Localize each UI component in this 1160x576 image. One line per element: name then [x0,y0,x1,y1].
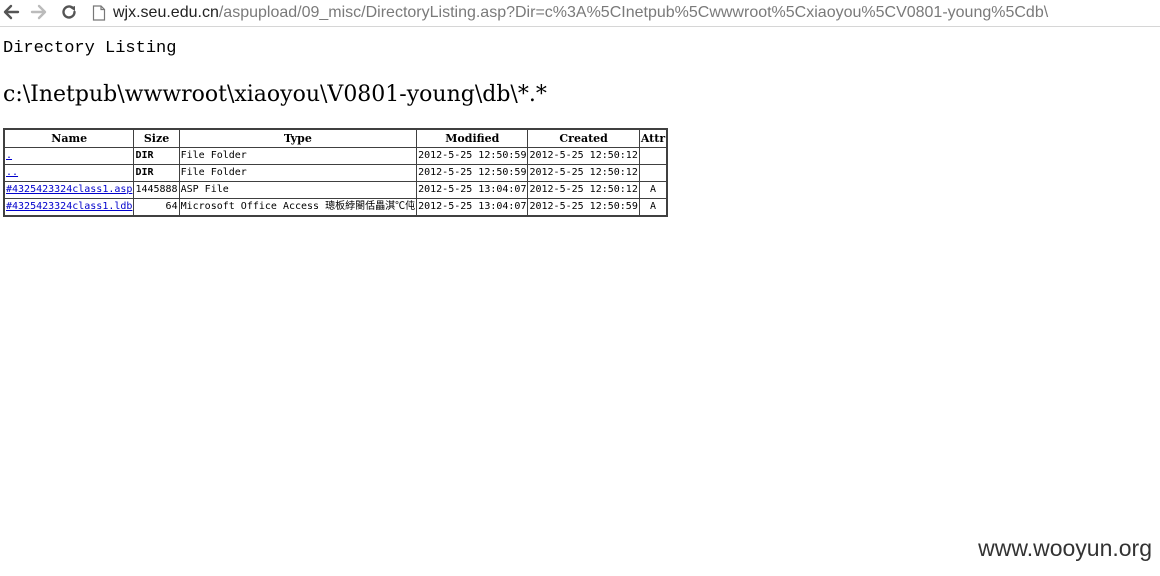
cell-created: 2012-5-25 12:50:12 [527,164,640,182]
table-row: . DIR File Folder 2012-5-25 12:50:59 201… [3,147,668,165]
table-row: .. DIR File Folder 2012-5-25 12:50:59 20… [3,164,668,182]
cell-created: 2012-5-25 12:50:59 [527,198,640,217]
header-size: Size [133,128,180,148]
page-heading: Directory Listing [3,39,177,58]
reload-icon[interactable] [58,1,80,23]
cell-name: .. [3,164,135,182]
cell-type: Microsoft Office Access 璁板綍閿佸畾淇℃伅 [178,198,418,217]
cell-name: #4325423324class1.ldb [3,198,135,217]
cell-modified: 2012-5-25 13:04:07 [416,181,529,199]
cell-size: DIR [133,147,180,165]
file-link[interactable]: #4325423324class1.ldb [6,201,132,212]
back-arrow-icon[interactable] [0,1,22,23]
cell-attr [638,164,668,182]
url-path: /aspupload/09_misc/DirectoryListing.asp?… [218,3,1049,21]
cell-name: #4325423324class1.asp [3,181,135,199]
header-created: Created [527,128,640,148]
directory-table: Name Size Type Modified Created Attr . D… [3,128,669,217]
cell-modified: 2012-5-25 13:04:07 [416,198,529,217]
watermark: www.wooyun.org [978,535,1152,561]
cell-size: 64 [133,198,180,217]
page-icon [88,2,110,24]
header-modified: Modified [416,128,529,148]
cell-size: 1445888 [133,181,180,199]
cell-modified: 2012-5-25 12:50:59 [416,164,529,182]
page-content: Directory Listing c:\Inetpub\wwwroot\xia… [3,38,669,217]
header-attr: Attr [638,128,668,148]
cell-type: File Folder [178,164,418,182]
cell-modified: 2012-5-25 12:50:59 [416,147,529,165]
cell-type: ASP File [178,181,418,199]
cell-created: 2012-5-25 12:50:12 [527,147,640,165]
cell-created: 2012-5-25 12:50:12 [527,181,640,199]
forward-arrow-icon[interactable] [28,1,50,23]
cell-attr: A [638,181,668,199]
url-host: wjx.seu.edu.cn [113,3,219,21]
table-header-row: Name Size Type Modified Created Attr [3,128,668,148]
file-link[interactable]: #4325423324class1.asp [6,184,132,195]
table-row: #4325423324class1.asp 1445888 ASP File 2… [3,181,668,199]
cell-type: File Folder [178,147,418,165]
file-link[interactable]: . [6,150,12,161]
table-row: #4325423324class1.ldb 64 Microsoft Offic… [3,198,668,217]
browser-toolbar: wjx.seu.edu.cn/aspupload/09_misc/Directo… [0,0,1160,27]
file-link[interactable]: .. [6,167,18,178]
header-type: Type [178,128,418,148]
cell-attr: A [638,198,668,217]
directory-path: c:\Inetpub\wwwroot\xiaoyou\V0801-young\d… [3,82,547,107]
cell-name: . [3,147,135,165]
url-text[interactable]: wjx.seu.edu.cn/aspupload/09_misc/Directo… [113,4,1048,22]
cell-size: DIR [133,164,180,182]
cell-attr [638,147,668,165]
header-name: Name [3,128,135,148]
address-bar[interactable]: wjx.seu.edu.cn/aspupload/09_misc/Directo… [88,0,1160,25]
